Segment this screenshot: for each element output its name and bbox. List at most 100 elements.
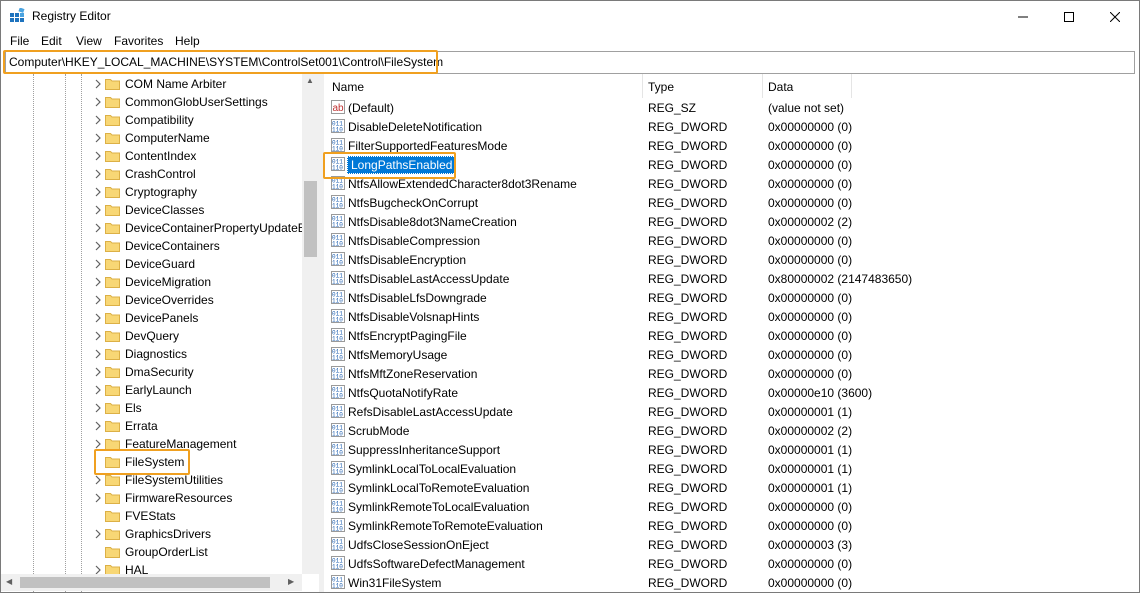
menu-file[interactable]: File bbox=[10, 34, 29, 48]
column-header-name[interactable]: Name bbox=[324, 74, 642, 98]
value-data: 0x00000001 (1) bbox=[768, 443, 853, 457]
value-row[interactable]: 011 110 SymlinkRemoteToLocalEvaluation REG_… bbox=[324, 497, 1139, 516]
chevron-right-icon[interactable] bbox=[93, 367, 103, 377]
chevron-right-icon[interactable] bbox=[93, 97, 103, 107]
value-row[interactable]: 011 110 SymlinkLocalToRemoteEvaluation REG_… bbox=[324, 478, 1139, 497]
tree-item[interactable]: Diagnostics bbox=[1, 345, 301, 363]
minimize-button[interactable] bbox=[1000, 1, 1046, 32]
value-row[interactable]: 011 110 Win31FileSystem REG_DWORD 0x00000000… bbox=[324, 573, 1139, 592]
tree-item[interactable]: COM Name Arbiter bbox=[1, 75, 301, 93]
tree-item[interactable]: FVEStats bbox=[1, 507, 301, 525]
tree-item[interactable]: DeviceGuard bbox=[1, 255, 301, 273]
value-data: 0x00000000 (0) bbox=[768, 557, 853, 571]
value-row[interactable]: 011 110 UdfsCloseSessionOnEject REG_DWORD 0x… bbox=[324, 535, 1139, 554]
value-row[interactable]: 011 110 UdfsSoftwareDefectManagement REG_DW… bbox=[324, 554, 1139, 573]
chevron-right-icon[interactable] bbox=[93, 475, 103, 485]
key-tree-pane[interactable]: COM Name Arbiter CommonGlobUserSettings Co… bbox=[1, 74, 319, 592]
value-row[interactable]: 011 110 NtfsDisableLastAccessUpdate REG_DWO… bbox=[324, 269, 1139, 288]
column-divider[interactable] bbox=[851, 74, 852, 98]
chevron-right-icon[interactable] bbox=[93, 223, 103, 233]
value-row[interactable]: 011 110 NtfsDisableVolsnapHints REG_DWORD 0x… bbox=[324, 307, 1139, 326]
tree-item[interactable]: Errata bbox=[1, 417, 301, 435]
value-row[interactable]: 011 110 SymlinkLocalToLocalEvaluation REG_D… bbox=[324, 459, 1139, 478]
value-row[interactable]: 011 110 SymlinkRemoteToRemoteEvaluation REG… bbox=[324, 516, 1139, 535]
maximize-button[interactable] bbox=[1046, 1, 1092, 32]
tree-item[interactable]: DevicePanels bbox=[1, 309, 301, 327]
tree-item[interactable]: DeviceContainers bbox=[1, 237, 301, 255]
chevron-right-icon[interactable] bbox=[93, 439, 103, 449]
tree-item[interactable]: DeviceClasses bbox=[1, 201, 301, 219]
tree-item[interactable]: GraphicsDrivers bbox=[1, 525, 301, 543]
chevron-right-icon[interactable] bbox=[93, 295, 103, 305]
menu-favorites[interactable]: Favorites bbox=[114, 34, 163, 48]
value-row[interactable]: 011 110 NtfsMemoryUsage REG_DWORD 0x00000000… bbox=[324, 345, 1139, 364]
chevron-right-icon[interactable] bbox=[93, 349, 103, 359]
chevron-right-icon[interactable] bbox=[93, 187, 103, 197]
value-row[interactable]: 011 110 SuppressInheritanceSupport REG_DWOR… bbox=[324, 440, 1139, 459]
chevron-right-icon[interactable] bbox=[93, 331, 103, 341]
tree-item[interactable]: DmaSecurity bbox=[1, 363, 301, 381]
chevron-right-icon[interactable] bbox=[93, 79, 103, 89]
registry-editor-app-icon bbox=[10, 8, 25, 22]
tree-item[interactable]: GroupOrderList bbox=[1, 543, 301, 561]
tree-item[interactable]: ContentIndex bbox=[1, 147, 301, 165]
value-row[interactable]: 011 110 NtfsEncryptPagingFile REG_DWORD 0x00… bbox=[324, 326, 1139, 345]
value-row[interactable]: 011 110 ScrubMode REG_DWORD 0x00000002 (2) bbox=[324, 421, 1139, 440]
value-row[interactable]: 011 110 NtfsDisableLfsDowngrade REG_DWORD 0x… bbox=[324, 288, 1139, 307]
chevron-right-icon[interactable] bbox=[93, 403, 103, 413]
tree-item[interactable]: DeviceMigration bbox=[1, 273, 301, 291]
menu-edit[interactable]: Edit bbox=[41, 34, 62, 48]
tree-horizontal-scrollbar[interactable]: ◀ ▶ bbox=[1, 574, 302, 591]
tree-item[interactable]: CrashControl bbox=[1, 165, 301, 183]
value-data: 0x00000000 (0) bbox=[768, 120, 853, 134]
scroll-right-icon[interactable]: ▶ bbox=[288, 577, 294, 586]
menu-view[interactable]: View bbox=[76, 34, 102, 48]
chevron-right-icon[interactable] bbox=[93, 115, 103, 125]
value-row[interactable]: 011 110 NtfsDisableEncryption REG_DWORD 0x00… bbox=[324, 250, 1139, 269]
chevron-right-icon[interactable] bbox=[93, 277, 103, 287]
value-row[interactable]: 011 110 DisableDeleteNotification REG_DWORD… bbox=[324, 117, 1139, 136]
value-row[interactable]: 011 110 NtfsDisable8dot3NameCreation REG_DW… bbox=[324, 212, 1139, 231]
tree-item[interactable]: Cryptography bbox=[1, 183, 301, 201]
value-row[interactable]: 011 110 NtfsQuotaNotifyRate REG_DWORD 0x0000… bbox=[324, 383, 1139, 402]
menu-help[interactable]: Help bbox=[175, 34, 200, 48]
chevron-right-icon[interactable] bbox=[93, 385, 103, 395]
tree-item[interactable]: Els bbox=[1, 399, 301, 417]
value-row[interactable]: 011 110 RefsDisableLastAccessUpdate REG_DWO… bbox=[324, 402, 1139, 421]
title-bar[interactable]: Registry Editor bbox=[1, 1, 1139, 32]
column-header-type[interactable]: Type bbox=[642, 74, 762, 98]
tree-vertical-scrollbar[interactable]: ▲ bbox=[302, 74, 319, 574]
chevron-right-icon[interactable] bbox=[93, 169, 103, 179]
chevron-right-icon[interactable] bbox=[93, 151, 103, 161]
tree-item[interactable]: DeviceOverrides bbox=[1, 291, 301, 309]
value-name: NtfsDisableLfsDowngrade bbox=[348, 291, 487, 305]
value-type: REG_DWORD bbox=[648, 462, 728, 476]
column-header-data[interactable]: Data bbox=[762, 74, 852, 98]
value-row[interactable]: 011 110 NtfsDisableCompression REG_DWORD 0x0… bbox=[324, 231, 1139, 250]
binary-value-icon: 011110 bbox=[331, 195, 345, 209]
tree-vertical-scroll-thumb[interactable] bbox=[304, 181, 317, 257]
tree-item[interactable]: FirmwareResources bbox=[1, 489, 301, 507]
chevron-right-icon[interactable] bbox=[93, 421, 103, 431]
chevron-right-icon[interactable] bbox=[93, 133, 103, 143]
tree-item[interactable]: DevQuery bbox=[1, 327, 301, 345]
tree-horizontal-scroll-thumb[interactable] bbox=[20, 577, 270, 588]
value-row[interactable]: ab (Default) REG_SZ (value not set) bbox=[324, 98, 1139, 117]
value-row[interactable]: 011 110 NtfsMftZoneReservation REG_DWORD 0x0… bbox=[324, 364, 1139, 383]
tree-item[interactable]: EarlyLaunch bbox=[1, 381, 301, 399]
chevron-right-icon[interactable] bbox=[93, 205, 103, 215]
chevron-right-icon[interactable] bbox=[93, 313, 103, 323]
chevron-right-icon[interactable] bbox=[93, 493, 103, 503]
tree-item[interactable]: Compatibility bbox=[1, 111, 301, 129]
scroll-left-icon[interactable]: ◀ bbox=[6, 577, 12, 586]
chevron-right-icon[interactable] bbox=[93, 241, 103, 251]
tree-item[interactable]: CommonGlobUserSettings bbox=[1, 93, 301, 111]
value-row[interactable]: 011 110 NtfsBugcheckOnCorrupt REG_DWORD 0x00… bbox=[324, 193, 1139, 212]
scroll-up-icon[interactable]: ▲ bbox=[306, 76, 314, 85]
close-button[interactable] bbox=[1092, 1, 1138, 32]
tree-item[interactable]: DeviceContainerPropertyUpdateE bbox=[1, 219, 306, 237]
tree-item[interactable]: ComputerName bbox=[1, 129, 301, 147]
chevron-right-icon[interactable] bbox=[93, 259, 103, 269]
chevron-right-icon[interactable] bbox=[93, 529, 103, 539]
tree-item-label: Compatibility bbox=[125, 113, 194, 127]
